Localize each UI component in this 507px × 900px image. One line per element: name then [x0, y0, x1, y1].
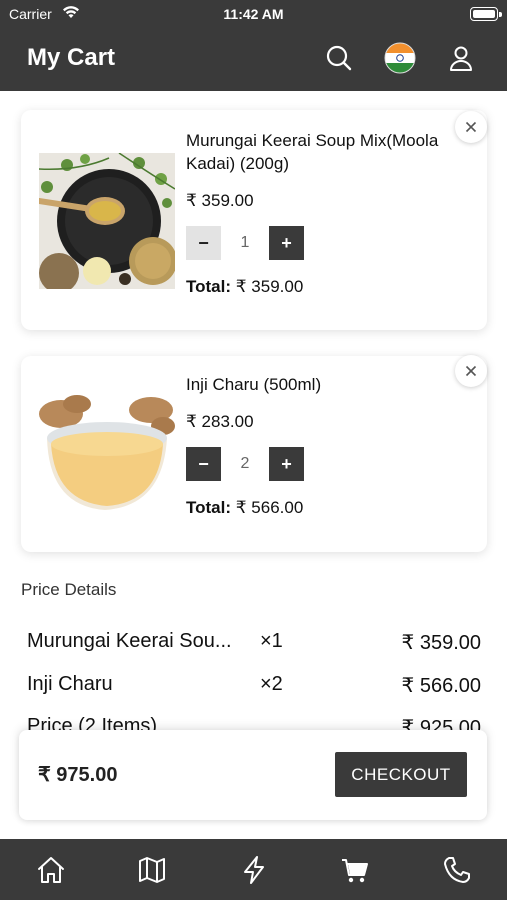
close-icon	[465, 365, 477, 377]
grand-total: ₹ 975.00	[38, 764, 118, 786]
india-flag-icon[interactable]	[384, 42, 416, 74]
product-price: ₹ 359.00	[186, 191, 254, 210]
product-name[interactable]: Inji Charu (500ml)	[186, 373, 456, 396]
phone-icon[interactable]	[441, 854, 473, 886]
quantity-stepper: − 1 +	[186, 226, 304, 260]
cart-item-card: Inji Charu (500ml) ₹ 283.00 − 2 + Total:…	[21, 355, 487, 552]
cart-item-card: Murungai Keerai Soup Mix(Moola Kadai) (2…	[21, 110, 487, 330]
price-detail-row: Inji Charu ×2 ₹ 566.00	[27, 673, 481, 699]
decrease-quantity-button[interactable]: −	[186, 447, 221, 481]
quantity-value: 1	[240, 234, 250, 251]
increase-quantity-button[interactable]: +	[269, 447, 304, 481]
price-detail-row: Murungai Keerai Sou... ×1 ₹ 359.00	[27, 630, 481, 656]
price-row-qty: ×2	[260, 673, 283, 695]
decrease-quantity-button[interactable]: −	[186, 226, 221, 260]
price-row-amount: ₹ 566.00	[401, 675, 481, 697]
bottom-tab-bar	[0, 839, 507, 900]
item-total-value: ₹ 359.00	[235, 277, 304, 296]
home-icon[interactable]	[35, 854, 67, 886]
battery-icon	[470, 7, 502, 21]
product-image-inji-charu	[39, 386, 175, 522]
increase-quantity-button[interactable]: +	[269, 226, 304, 260]
search-icon[interactable]	[324, 43, 354, 73]
quantity-stepper: − 2 +	[186, 447, 304, 481]
close-icon	[465, 121, 477, 133]
remove-item-button[interactable]	[455, 355, 487, 387]
price-row-name: Murungai Keerai Sou...	[27, 630, 232, 652]
map-icon[interactable]	[136, 854, 168, 886]
app-header: My Cart	[0, 28, 507, 91]
quantity-value: 2	[240, 455, 250, 472]
item-total-label: Total:	[186, 498, 232, 517]
remove-item-button[interactable]	[455, 111, 487, 143]
product-price: ₹ 283.00	[186, 412, 254, 431]
price-details-title: Price Details	[21, 580, 117, 599]
item-total: Total: ₹ 566.00	[186, 498, 303, 518]
page-title: My Cart	[27, 44, 116, 71]
item-total: Total: ₹ 359.00	[186, 277, 303, 297]
price-row-qty: ×1	[260, 630, 283, 652]
price-row-amount: ₹ 359.00	[401, 632, 481, 654]
price-row-name: Inji Charu	[27, 673, 113, 695]
item-total-label: Total:	[186, 277, 232, 296]
product-name[interactable]: Murungai Keerai Soup Mix(Moola Kadai) (2…	[186, 129, 456, 175]
lightning-icon[interactable]	[238, 854, 270, 886]
checkout-bar: ₹ 975.00 CHECKOUT	[19, 730, 487, 820]
product-image-soup-mix	[39, 153, 175, 289]
item-total-value: ₹ 566.00	[235, 498, 304, 517]
status-bar: Carrier 11:42 AM	[0, 0, 507, 28]
status-time: 11:42 AM	[223, 6, 284, 22]
cart-icon[interactable]	[339, 854, 371, 886]
checkout-button[interactable]: CHECKOUT	[335, 752, 467, 797]
user-icon[interactable]	[446, 43, 476, 73]
